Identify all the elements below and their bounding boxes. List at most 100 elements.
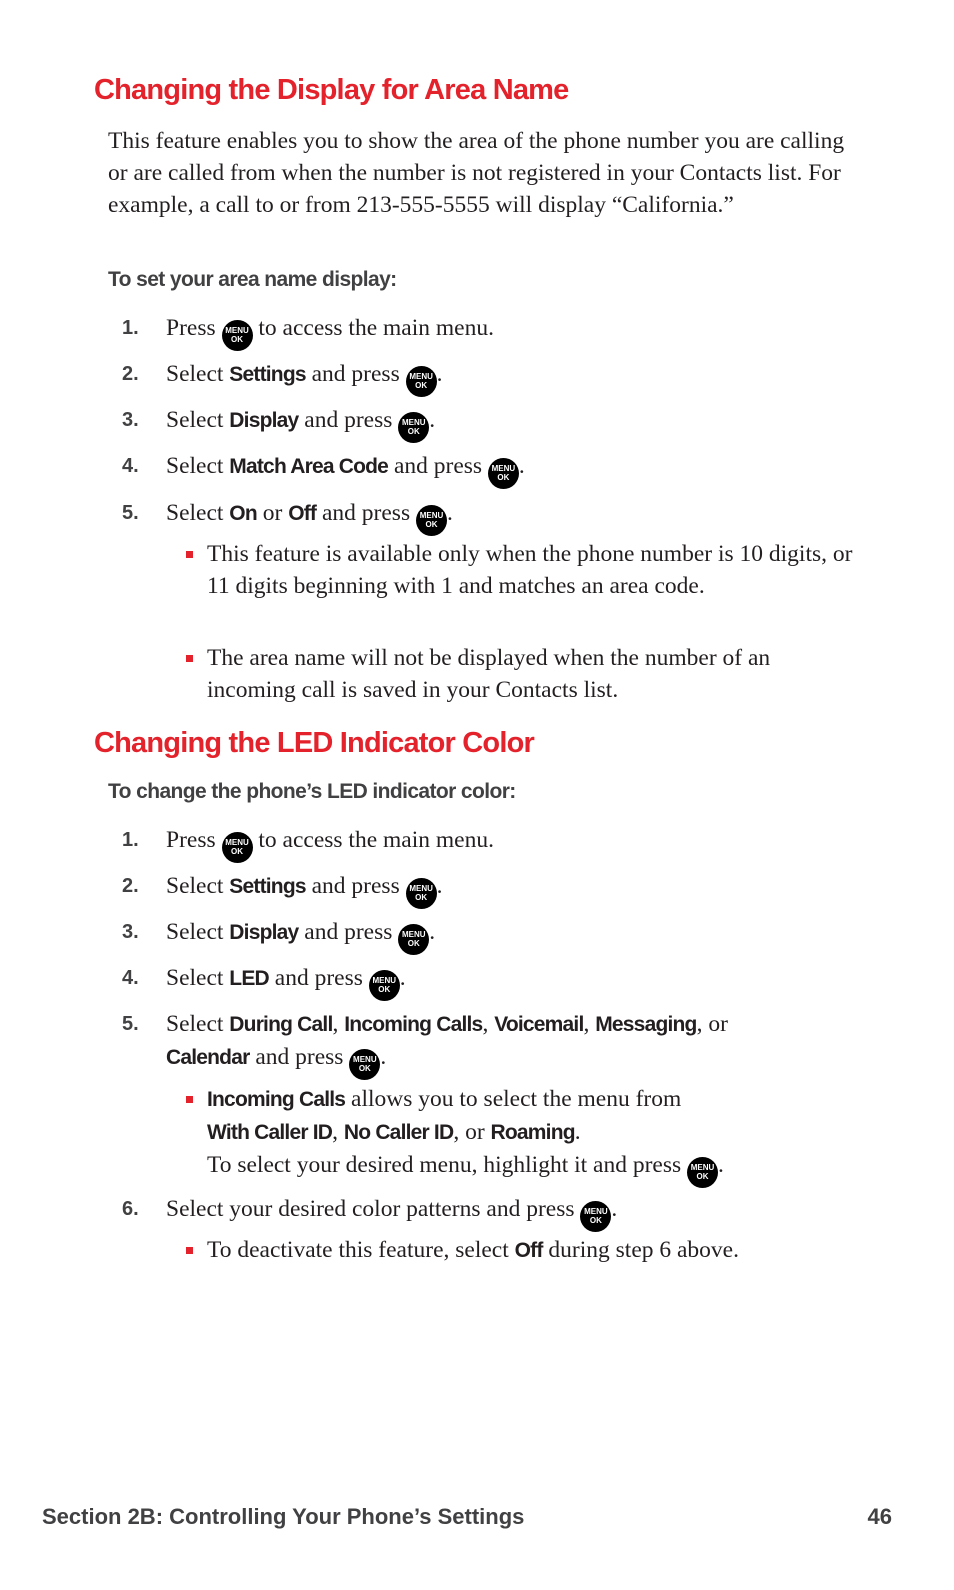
menu-option-roaming: Roaming <box>490 1121 576 1144</box>
step-number: 3. <box>122 409 139 431</box>
step-text: and press <box>298 919 399 945</box>
step-text: and press <box>298 407 399 433</box>
menu-option-during-call: During Call <box>229 1013 333 1036</box>
separator: , <box>482 1011 495 1037</box>
step-number: 5. <box>122 502 139 524</box>
menu-option-incoming-calls: Incoming Calls <box>344 1013 483 1036</box>
menu-ok-key-icon: MENU OK <box>398 924 430 955</box>
step-text: or <box>256 500 289 526</box>
step-text: Select <box>166 361 230 387</box>
note-bullet: To deactivate this feature, select Off d… <box>186 1234 856 1267</box>
step-text: . <box>429 407 436 433</box>
menu-option-messaging: Messaging <box>595 1013 697 1036</box>
step-text: and press <box>249 1044 350 1070</box>
step-text: . <box>436 873 443 899</box>
menu-option-with-caller-id: With Caller ID <box>207 1121 333 1144</box>
step-text: and press <box>316 500 416 526</box>
menu-option-settings: Settings <box>229 875 306 898</box>
step-2: 2. Select Settings and press MENU OK. <box>122 358 842 397</box>
menu-option-display: Display <box>229 409 299 432</box>
menu-option-match-area-code: Match Area Code <box>229 455 389 478</box>
step-number: 6. <box>122 1198 139 1220</box>
menu-ok-key-icon: MENU OK <box>687 1157 719 1188</box>
step-number: 5. <box>122 1013 139 1035</box>
separator: , <box>332 1011 345 1037</box>
step-number: 1. <box>122 317 139 339</box>
step-text: Select <box>166 919 230 945</box>
note-text: To deactivate this feature, select <box>207 1237 515 1263</box>
step-text: . <box>611 1196 618 1222</box>
menu-option-settings: Settings <box>229 363 306 386</box>
menu-option-display: Display <box>229 921 299 944</box>
menu-ok-key-icon: MENU OK <box>415 505 447 536</box>
step-number: 4. <box>122 455 139 477</box>
step-text: Select <box>166 1011 230 1037</box>
section-title-area-name: Changing the Display for Area Name <box>94 74 569 106</box>
note-bullet: This feature is available only when the … <box>186 538 856 602</box>
step-text: and press <box>388 453 488 479</box>
step-text: . <box>518 453 525 479</box>
step-number: 4. <box>122 967 139 989</box>
menu-ok-key-icon: MENU OK <box>405 366 437 397</box>
step-5: 5. Select On or Off and press MENU OK. <box>122 497 842 536</box>
menu-option-off: Off <box>288 502 317 525</box>
step-number: 2. <box>122 875 139 897</box>
menu-ok-key-icon: MENU OK <box>221 832 253 863</box>
footer-section-label: Section 2B: Controlling Your Phone’s Set… <box>42 1504 525 1529</box>
step-5: 5. Select During Call, Incoming Calls, V… <box>122 1008 842 1080</box>
menu-ok-key-icon: MENU OK <box>487 458 519 489</box>
bullet-square-icon <box>186 1096 193 1103</box>
note-text: allows you to select the menu from <box>345 1086 682 1112</box>
menu-ok-key-icon: MENU OK <box>349 1049 381 1080</box>
separator: , or <box>453 1119 491 1145</box>
step-text: and press <box>305 873 406 899</box>
step-text: . <box>399 965 406 991</box>
intro-paragraph: This feature enables you to show the are… <box>108 128 845 218</box>
step-text: and press <box>305 361 406 387</box>
step-text: Select <box>166 873 230 899</box>
note-text: The area name will not be displayed when… <box>207 645 771 703</box>
note-text: during step 6 above. <box>542 1237 739 1263</box>
step-number: 3. <box>122 921 139 943</box>
note-bullet: The area name will not be displayed when… <box>186 642 856 706</box>
step-4: 4. Select LED and press MENU OK. <box>122 962 842 1001</box>
step-text: Select <box>166 500 230 526</box>
note-text: This feature is available only when the … <box>207 541 853 599</box>
bullet-square-icon <box>186 551 193 558</box>
menu-ok-key-icon: MENU OK <box>221 320 253 351</box>
menu-option-no-caller-id: No Caller ID <box>343 1121 454 1144</box>
step-text: Press <box>166 827 222 853</box>
step-text: to access the main menu. <box>252 315 494 341</box>
menu-ok-key-icon: MENU OK <box>580 1201 612 1232</box>
step-1: 1. Press MENU OK to access the main menu. <box>122 824 842 863</box>
menu-option-led: LED <box>229 967 269 990</box>
step-text: . <box>436 361 443 387</box>
step-text: Select <box>166 453 230 479</box>
step-3: 3. Select Display and press MENU OK. <box>122 404 842 443</box>
bullet-square-icon <box>186 655 193 662</box>
step-text: . <box>446 500 453 526</box>
step-text: Select <box>166 965 230 991</box>
menu-option-off: Off <box>514 1239 544 1262</box>
menu-option-voicemail: Voicemail <box>494 1013 584 1036</box>
step-text: Select your desired color patterns and p… <box>166 1196 581 1222</box>
step-text: Press <box>166 315 222 341</box>
note-text: . <box>718 1152 724 1178</box>
subhead-led-color: To change the phone’s LED indicator colo… <box>108 780 516 803</box>
step-text: . <box>429 919 436 945</box>
subhead-area-name: To set your area name display: <box>108 268 397 291</box>
step-4: 4. Select Match Area Code and press MENU… <box>122 450 842 489</box>
menu-option-incoming-calls: Incoming Calls <box>207 1088 346 1111</box>
step-text: and press <box>268 965 369 991</box>
step-text: . <box>380 1044 387 1070</box>
note-text: To select your desired menu, highlight i… <box>207 1152 688 1178</box>
separator: , <box>583 1011 596 1037</box>
step-3: 3. Select Display and press MENU OK. <box>122 916 842 955</box>
step-number: 1. <box>122 829 139 851</box>
step-number: 2. <box>122 363 139 385</box>
menu-ok-key-icon: MENU OK <box>405 878 437 909</box>
separator: , <box>332 1119 344 1145</box>
menu-option-on: On <box>229 502 257 525</box>
note-bullet: Incoming Calls allows you to select the … <box>186 1083 856 1188</box>
menu-option-calendar: Calendar <box>166 1046 250 1069</box>
